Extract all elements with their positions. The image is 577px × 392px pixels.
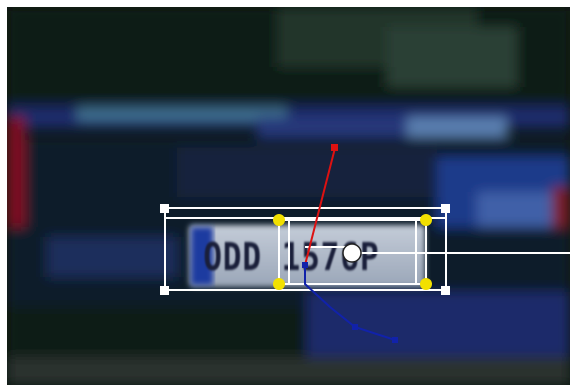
corner-handle-top-left[interactable] — [160, 204, 169, 213]
z-axis-handle-origin[interactable] — [302, 262, 308, 268]
inner-handle-top-left[interactable] — [273, 214, 285, 226]
inner-handle-bottom-right[interactable] — [420, 278, 432, 290]
inner-handle-top-right[interactable] — [420, 214, 432, 226]
inner-handle-bottom-left[interactable] — [273, 278, 285, 290]
annotation-overlay[interactable] — [7, 7, 570, 385]
corner-handle-bottom-left[interactable] — [160, 286, 169, 295]
z-axis-handle-end[interactable] — [392, 337, 398, 343]
corner-handle-bottom-right[interactable] — [441, 286, 450, 295]
z-axis-handle-mid[interactable] — [352, 324, 358, 330]
center-move-handle[interactable] — [342, 243, 362, 263]
image-viewport[interactable]: ODD 1576P — [7, 7, 570, 385]
y-axis-handle[interactable] — [331, 144, 338, 151]
z-axis-line[interactable] — [304, 265, 396, 341]
corner-handle-top-right[interactable] — [441, 204, 450, 213]
